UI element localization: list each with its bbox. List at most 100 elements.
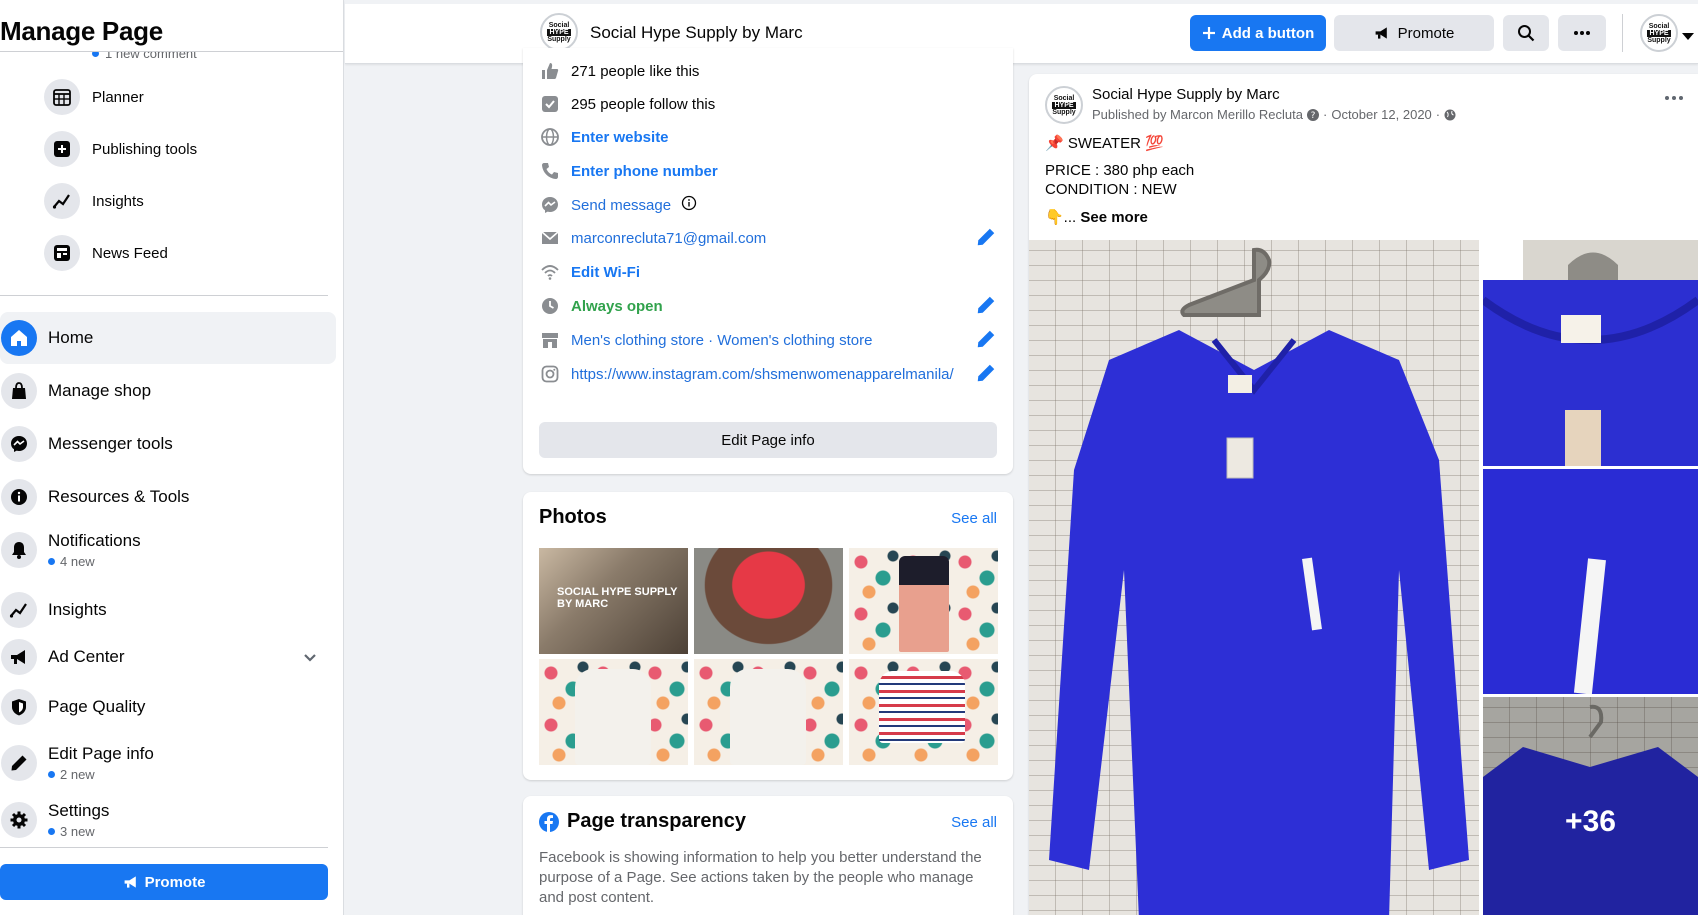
- sidebar-item-page-quality[interactable]: Page Quality: [0, 681, 336, 733]
- storefront-icon: [539, 329, 561, 351]
- add-a-button-button[interactable]: Add a button: [1190, 15, 1326, 51]
- facebook-icon: [539, 811, 559, 832]
- post-image-thumb-more[interactable]: +36: [1483, 697, 1698, 915]
- edit-pencil-icon[interactable]: [975, 226, 997, 253]
- enter-phone-link[interactable]: Enter phone number: [571, 163, 718, 180]
- post-date[interactable]: October 12, 2020: [1331, 107, 1431, 122]
- sidebar-item-label: Resources & Tools: [48, 487, 190, 506]
- page-avatar[interactable]: Social HYPE Supply: [540, 13, 578, 51]
- transparency-see-all-link[interactable]: See all: [951, 814, 997, 831]
- edit-wifi-link[interactable]: Edit Wi-Fi: [571, 264, 640, 281]
- calendar-icon: [44, 79, 80, 115]
- instagram-row[interactable]: https://www.instagram.com/shsmenwomenapp…: [539, 362, 997, 386]
- globe-icon: [539, 126, 561, 148]
- sidebar-item-edit-page-info[interactable]: Edit Page info 2 new: [0, 737, 336, 789]
- sidebar-item-label: Home: [48, 328, 94, 347]
- post-image-main[interactable]: [1029, 240, 1479, 915]
- message-row[interactable]: Send message: [539, 193, 997, 217]
- top-promote-button[interactable]: Promote: [1334, 15, 1494, 51]
- megaphone-icon: [124, 876, 136, 888]
- edit-page-info-button[interactable]: Edit Page info: [539, 422, 997, 458]
- hours-status: Always open: [571, 297, 663, 315]
- messenger-icon: [539, 194, 561, 216]
- website-row[interactable]: Enter website: [539, 125, 997, 149]
- more-options-button[interactable]: [1558, 15, 1606, 51]
- photo-thumbnail[interactable]: [849, 659, 998, 765]
- manage-page-sidebar: 1 new comment Manage Page Planner Publis…: [0, 0, 344, 915]
- notification-count: 3 new: [48, 824, 109, 839]
- sidebar-item-notifications[interactable]: Notifications 4 new: [0, 524, 336, 576]
- see-more-link[interactable]: See more: [1080, 209, 1148, 226]
- sidebar-divider: [0, 295, 328, 296]
- sidebar-item-settings[interactable]: Settings 3 new: [0, 794, 336, 846]
- phone-row[interactable]: Enter phone number: [539, 159, 997, 183]
- chevron-down-icon[interactable]: [302, 649, 318, 670]
- edit-pencil-icon[interactable]: [975, 328, 997, 355]
- sidebar-promote-button[interactable]: Promote: [0, 864, 328, 900]
- svg-text:?: ?: [1311, 111, 1316, 121]
- post-image-thumb[interactable]: [1483, 469, 1698, 694]
- publishing-icon: [44, 131, 80, 167]
- page-transparency-card: Page transparency See all Facebook is sh…: [523, 796, 1013, 915]
- sidebar-item-manage-shop[interactable]: Manage shop: [0, 365, 336, 417]
- transparency-description: Facebook is showing information to help …: [539, 849, 982, 906]
- insights-icon: [44, 183, 80, 219]
- photo-thumbnail[interactable]: SOCIAL HYPE SUPPLY BY MARC: [539, 548, 688, 654]
- shield-icon: [1, 689, 37, 725]
- toolbar-divider: [1622, 14, 1623, 52]
- sidebar-item-ad-center[interactable]: Ad Center: [0, 631, 336, 683]
- post-more-icon[interactable]: [1664, 88, 1684, 106]
- photos-see-all-link[interactable]: See all: [951, 510, 997, 527]
- instagram-link[interactable]: https://www.instagram.com/shsmenwomenapp…: [571, 366, 954, 383]
- sidebar-item-label: Insights: [48, 600, 107, 619]
- edit-pencil-icon[interactable]: [975, 362, 997, 389]
- photo-thumbnail[interactable]: [694, 548, 843, 654]
- likes-row: 271 people like this: [539, 59, 997, 83]
- enter-website-link[interactable]: Enter website: [571, 129, 669, 146]
- post-image-thumb[interactable]: [1483, 240, 1698, 466]
- globe-icon[interactable]: [1444, 109, 1456, 121]
- sidebar-item-insights[interactable]: Insights: [0, 584, 336, 636]
- notification-count: 4 new: [48, 554, 141, 569]
- account-avatar[interactable]: Social HYPE Supply: [1640, 14, 1678, 52]
- photo-thumbnail[interactable]: [694, 659, 843, 765]
- sidebar-item-label: Messenger tools: [48, 434, 173, 453]
- follows-row: 295 people follow this: [539, 92, 997, 116]
- instagram-icon: [539, 363, 561, 385]
- page-title[interactable]: Social Hype Supply by Marc: [590, 23, 803, 43]
- sidebar-item-insights-tool[interactable]: Insights: [44, 181, 144, 221]
- sidebar-item-publishing-tools[interactable]: Publishing tools: [44, 129, 197, 169]
- post-author-avatar[interactable]: Social HYPE Supply: [1045, 86, 1083, 124]
- sidebar-item-label: Planner: [92, 88, 144, 106]
- email-row[interactable]: marconrecluta71@gmail.com: [539, 226, 997, 250]
- edit-pencil-icon[interactable]: [975, 294, 997, 321]
- hours-row[interactable]: Always open: [539, 294, 997, 318]
- sweater-image: [1049, 247, 1469, 915]
- sidebar-item-label: Edit Page info: [48, 744, 154, 763]
- category-links[interactable]: Men's clothing store · Women's clothing …: [571, 332, 872, 349]
- sidebar-item-news-feed[interactable]: News Feed: [44, 233, 168, 273]
- caret-down-icon[interactable]: [1682, 28, 1694, 46]
- photo-thumbnail[interactable]: [849, 548, 998, 654]
- photo-thumbnail[interactable]: [539, 659, 688, 765]
- search-button[interactable]: [1503, 15, 1549, 51]
- info-icon[interactable]: [681, 195, 697, 216]
- thumbs-up-icon: [539, 60, 561, 82]
- sidebar-item-label: News Feed: [92, 244, 168, 262]
- sidebar-item-home[interactable]: Home: [0, 312, 336, 364]
- sidebar-item-label: Publishing tools: [92, 140, 198, 158]
- post-author-name[interactable]: Social Hype Supply by Marc: [1092, 86, 1280, 103]
- category-row[interactable]: Men's clothing store · Women's clothing …: [539, 328, 997, 352]
- news-feed-icon: [44, 235, 80, 271]
- wifi-row[interactable]: Edit Wi-Fi: [539, 260, 997, 284]
- megaphone-icon: [1375, 27, 1387, 39]
- sidebar-item-planner[interactable]: Planner: [44, 77, 144, 117]
- insights-icon: [1, 592, 37, 628]
- email-link[interactable]: marconrecluta71@gmail.com: [571, 230, 766, 247]
- sidebar-item-resources-tools[interactable]: Resources & Tools: [0, 471, 336, 523]
- gear-icon: [1, 802, 37, 838]
- question-icon[interactable]: ?: [1306, 108, 1319, 121]
- megaphone-icon: [1, 639, 37, 675]
- send-message-link[interactable]: Send message: [571, 197, 671, 214]
- sidebar-item-messenger-tools[interactable]: Messenger tools: [0, 418, 336, 470]
